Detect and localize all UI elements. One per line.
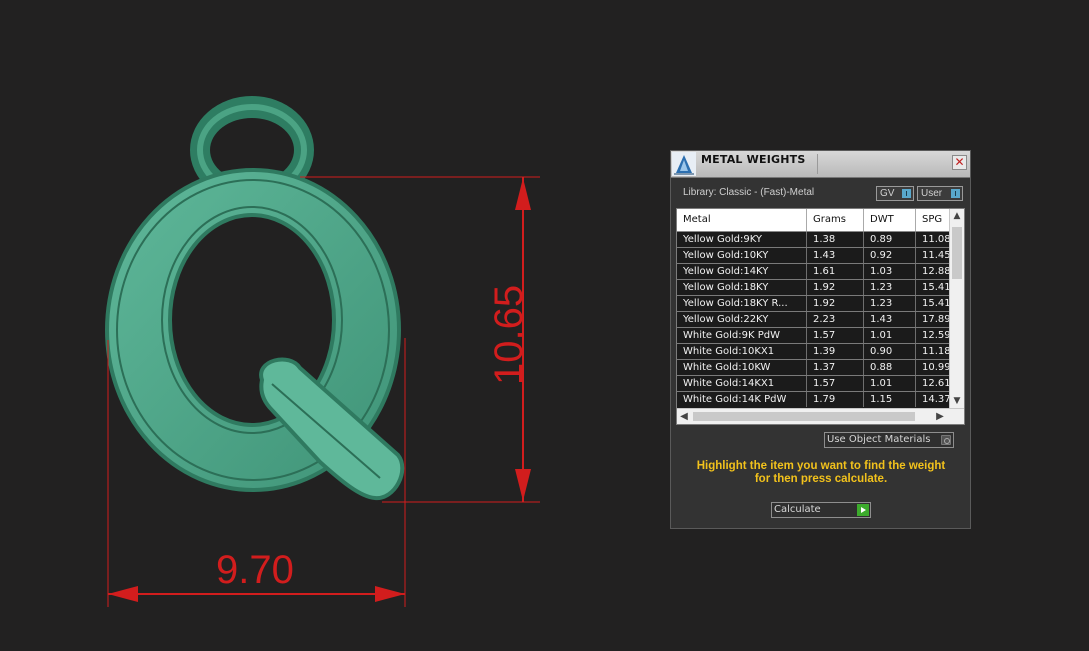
vertical-scrollbar[interactable]: ▲ ▼: [949, 209, 964, 408]
instructions-line-1: Highlight the item you want to find the …: [696, 460, 946, 472]
table-header: Metal Grams DWT SPG: [677, 209, 949, 232]
horizontal-scrollbar[interactable]: ◀ ▶: [677, 408, 964, 424]
table-cell: 12.59: [922, 330, 949, 341]
table-cell: 1.92: [807, 280, 864, 295]
table-cell: 11.08: [922, 234, 949, 245]
column-header-grams[interactable]: Grams: [807, 209, 864, 231]
horizontal-scroll-thumb[interactable]: [693, 412, 915, 421]
instructions-text: Highlight the item you want to find the …: [681, 460, 961, 486]
table-cell: 17.89: [922, 314, 949, 325]
table-cell: 0.92: [864, 248, 916, 263]
table-cell: 1.37: [807, 360, 864, 375]
table-cell: White Gold:14K PdW: [677, 392, 807, 407]
panel-title: METAL WEIGHTS: [701, 153, 806, 166]
table-cell: 1.23: [864, 280, 916, 295]
table-cell: 1.15: [864, 392, 916, 407]
table-cell: 1.03: [864, 264, 916, 279]
table-row[interactable]: Yellow Gold:22KY 2.23 1.43 17.89: [677, 312, 949, 328]
scroll-right-icon[interactable]: ▶: [933, 409, 947, 424]
table-row[interactable]: Yellow Gold:10KY 1.43 0.92 11.45: [677, 248, 949, 264]
table-cell: 0.89: [864, 232, 916, 247]
table-cell: 10.99: [922, 362, 949, 373]
table-row[interactable]: White Gold:10KW 1.37 0.88 10.99: [677, 360, 949, 376]
user-toggle-label: User: [921, 188, 943, 199]
table-cell: Yellow Gold:22KY: [677, 312, 807, 327]
table-cell: 1.23: [864, 296, 916, 311]
table-cell: White Gold:9K PdW: [677, 328, 807, 343]
table-cell: 1.79: [807, 392, 864, 407]
app-logo-icon: [672, 152, 696, 176]
table-cell: 11.18: [922, 346, 949, 357]
gv-toggle-label: GV: [880, 188, 895, 199]
table-cell: Yellow Gold:18KY: [677, 280, 807, 295]
column-header-metal[interactable]: Metal: [677, 209, 807, 231]
table-cell: White Gold:10KW: [677, 360, 807, 375]
use-object-materials-toggle[interactable]: Use Object Materials: [824, 432, 954, 448]
play-icon: [857, 504, 869, 516]
table-cell: White Gold:10KX1: [677, 344, 807, 359]
table-cell: 1.39: [807, 344, 864, 359]
use-object-materials-label: Use Object Materials: [827, 434, 931, 445]
table-cell: 1.43: [864, 312, 916, 327]
table-row[interactable]: White Gold:14K PdW 1.79 1.15 14.37: [677, 392, 949, 407]
table-cell: 15.41: [922, 282, 949, 293]
table-cell: 2.23: [807, 312, 864, 327]
user-toggle[interactable]: User: [917, 186, 963, 201]
column-header-dwt[interactable]: DWT: [864, 209, 916, 231]
table-cell: 12.88: [922, 266, 949, 277]
scroll-up-icon[interactable]: ▲: [950, 209, 964, 223]
instructions-line-2: for then press calculate.: [754, 473, 888, 485]
scroll-left-icon[interactable]: ◀: [677, 409, 691, 424]
table-cell: Yellow Gold:10KY: [677, 248, 807, 263]
table-cell: Yellow Gold:9KY: [677, 232, 807, 247]
table-cell: 14.37: [922, 394, 949, 405]
table-cell: 1.61: [807, 264, 864, 279]
table-cell: 1.57: [807, 376, 864, 391]
table-row[interactable]: White Gold:14KX1 1.57 1.01 12.61: [677, 376, 949, 392]
toggle-knob-icon: [902, 189, 911, 198]
table-cell: Yellow Gold:14KY: [677, 264, 807, 279]
title-divider: [817, 154, 818, 174]
panel-titlebar[interactable]: METAL WEIGHTS ✕: [671, 151, 970, 178]
table-cell: 1.57: [807, 328, 864, 343]
scroll-down-icon[interactable]: ▼: [950, 394, 964, 408]
height-dimension-label: 10.65: [487, 284, 531, 385]
table-cell: 12.61: [922, 378, 949, 389]
vertical-scroll-thumb[interactable]: [952, 227, 962, 279]
table-cell: 1.01: [864, 328, 916, 343]
calculate-label: Calculate: [774, 504, 821, 515]
width-dimension-label: 9.70: [216, 548, 294, 592]
table-cell: White Gold:14KX1: [677, 376, 807, 391]
gv-toggle[interactable]: GV: [876, 186, 914, 201]
pendant-letter-q: [105, 168, 405, 501]
toggle-knob-icon: [951, 189, 960, 198]
table-row[interactable]: White Gold:10KX1 1.39 0.90 11.18: [677, 344, 949, 360]
close-icon: ✕: [954, 155, 965, 169]
table-cell: Yellow Gold:18KY R...: [677, 296, 807, 311]
metal-weights-table[interactable]: Metal Grams DWT SPG Yellow Gold:9KY 1.38 0…: [676, 208, 965, 425]
metal-weights-panel: METAL WEIGHTS ✕ Library: Classic - (Fast…: [670, 150, 971, 529]
table-row[interactable]: Yellow Gold:18KY 1.92 1.23 15.41: [677, 280, 949, 296]
table-row[interactable]: Yellow Gold:9KY 1.38 0.89 11.08: [677, 232, 949, 248]
radio-icon: [941, 435, 951, 445]
table-cell: 1.92: [807, 296, 864, 311]
close-button[interactable]: ✕: [952, 155, 967, 170]
table-row[interactable]: White Gold:9K PdW 1.57 1.01 12.59: [677, 328, 949, 344]
table-cell: 0.90: [864, 344, 916, 359]
table-row[interactable]: Yellow Gold:14KY 1.61 1.03 12.88: [677, 264, 949, 280]
table-row[interactable]: Yellow Gold:18KY R... 1.92 1.23 15.41: [677, 296, 949, 312]
calculate-button[interactable]: Calculate: [771, 502, 871, 518]
library-label: Library: Classic - (Fast)-Metal: [683, 187, 815, 198]
table-body: Yellow Gold:9KY 1.38 0.89 11.08 Yellow Gold:…: [677, 232, 949, 407]
table-cell: 1.43: [807, 248, 864, 263]
table-cell: 1.38: [807, 232, 864, 247]
table-cell: 15.41: [922, 298, 949, 309]
table-cell: 0.88: [864, 360, 916, 375]
table-cell: 11.45: [922, 250, 949, 261]
table-cell: 1.01: [864, 376, 916, 391]
